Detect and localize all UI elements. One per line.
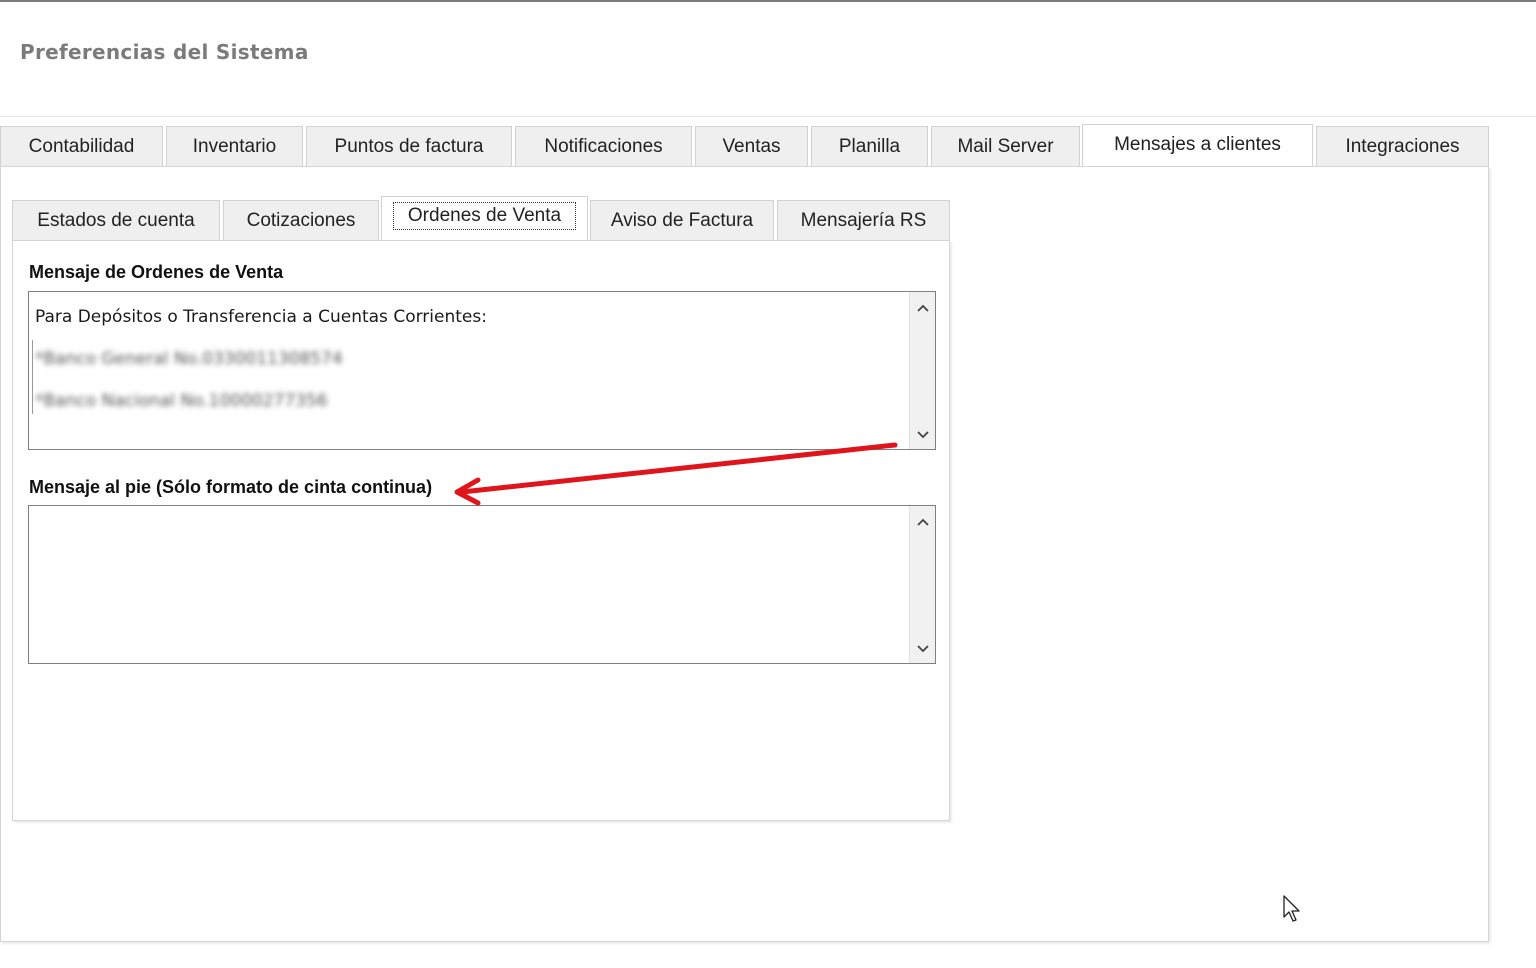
tab-mail-server[interactable]: Mail Server (931, 126, 1080, 166)
chevron-up-icon[interactable] (910, 510, 935, 534)
order-message-line-2: *Banco General No.0330011308574 (35, 349, 343, 369)
footer-message-label: Mensaje al pie (Sólo formato de cinta co… (29, 477, 433, 497)
main-tab-bar: Contabilidad Inventario Puntos de factur… (0, 124, 1500, 168)
tab-ventas[interactable]: Ventas (695, 126, 808, 166)
order-message-textarea[interactable]: Para Depósitos o Transferencia a Cuentas… (28, 291, 936, 450)
subtab-mensajeria-rs[interactable]: Mensajería RS (777, 200, 950, 240)
sub-tab-bar: Estados de cuenta Cotizaciones Ordenes d… (12, 196, 952, 242)
tab-contabilidad[interactable]: Contabilidad (0, 126, 163, 166)
order-message-content: Para Depósitos o Transferencia a Cuentas… (35, 296, 905, 445)
tab-label: Inventario (192, 135, 277, 157)
chevron-down-icon[interactable] (910, 637, 935, 661)
tab-label: Notificaciones (544, 135, 663, 157)
order-message-scrollbar[interactable] (909, 292, 935, 449)
subtab-estados-de-cuenta[interactable]: Estados de cuenta (12, 200, 220, 240)
footer-message-textarea[interactable] (28, 505, 936, 664)
page-title: Preferencias del Sistema (20, 40, 309, 64)
tab-planilla[interactable]: Planilla (811, 126, 928, 166)
text-margin-line (32, 340, 33, 414)
subtab-label: Estados de cuenta (37, 209, 195, 231)
mouse-pointer-icon (1283, 895, 1300, 922)
tab-label: Puntos de factura (334, 135, 484, 157)
subtab-label: Ordenes de Venta (392, 201, 577, 230)
tab-label: Contabilidad (28, 135, 135, 157)
tab-puntos-de-factura[interactable]: Puntos de factura (306, 126, 512, 166)
page-header: Preferencias del Sistema (0, 2, 1536, 117)
tab-mensajes-a-clientes[interactable]: Mensajes a clientes (1082, 124, 1313, 168)
order-message-line-3: *Banco Nacional No.10000277356 (35, 391, 328, 411)
tab-inventario[interactable]: Inventario (166, 126, 303, 166)
tab-integraciones[interactable]: Integraciones (1316, 126, 1489, 166)
subtab-aviso-de-factura[interactable]: Aviso de Factura (590, 200, 774, 240)
chevron-down-icon[interactable] (910, 423, 935, 447)
tab-label: Mensajes a clientes (1114, 134, 1281, 155)
order-message-line-1: Para Depósitos o Transferencia a Cuentas… (35, 307, 487, 327)
footer-message-content (35, 510, 905, 659)
order-message-label: Mensaje de Ordenes de Venta (29, 262, 284, 282)
subtab-label: Aviso de Factura (610, 209, 754, 231)
tab-label: Ventas (722, 135, 781, 157)
subtab-label: Cotizaciones (246, 209, 356, 231)
tab-label: Planilla (838, 135, 901, 157)
subtab-ordenes-de-venta[interactable]: Ordenes de Venta (381, 196, 588, 242)
tab-label: Integraciones (1345, 135, 1460, 157)
tab-label: Mail Server (957, 135, 1054, 157)
subtab-cotizaciones[interactable]: Cotizaciones (223, 200, 379, 240)
footer-message-scrollbar[interactable] (909, 506, 935, 663)
tab-notificaciones[interactable]: Notificaciones (515, 126, 692, 166)
subtab-label: Mensajería RS (800, 209, 927, 231)
chevron-up-icon[interactable] (910, 296, 935, 320)
